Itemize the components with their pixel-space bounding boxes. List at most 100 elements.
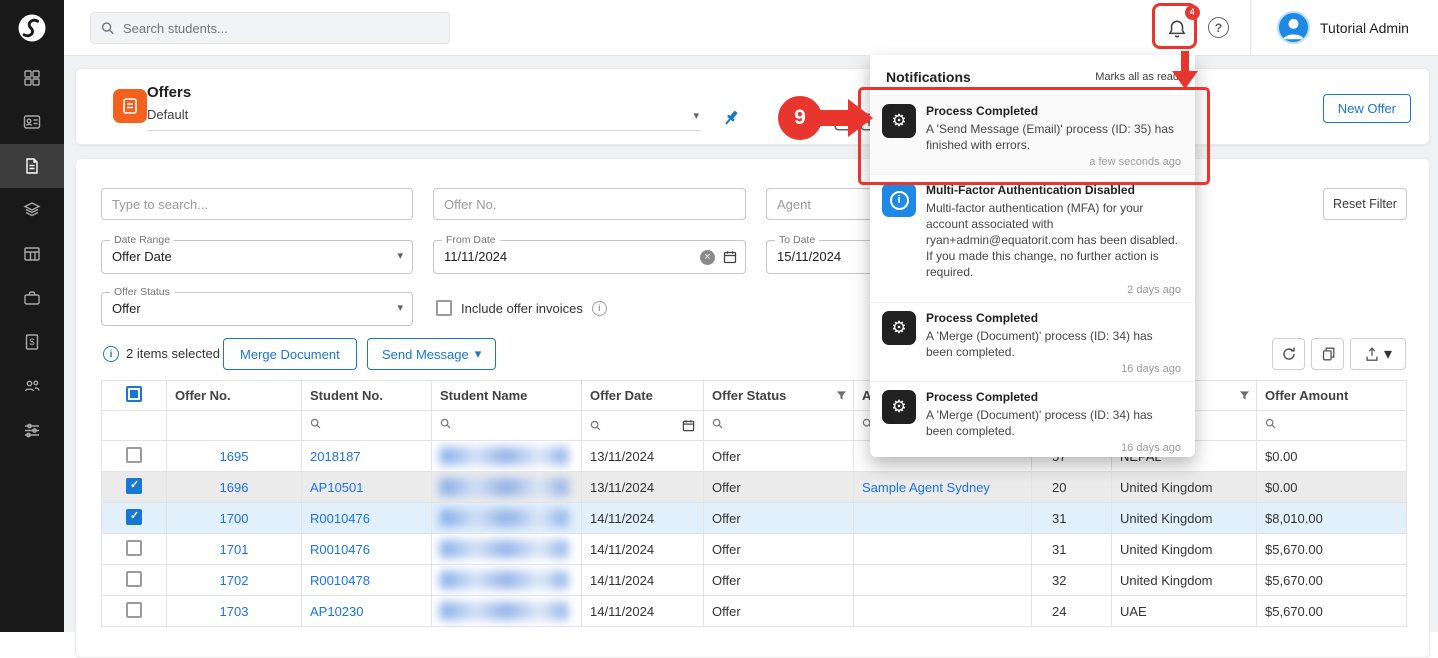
notification-badge: 4 (1184, 4, 1201, 21)
sidebar-item-invoices[interactable]: $ (0, 320, 64, 364)
sidebar-item-dashboard[interactable] (0, 56, 64, 100)
agent-link[interactable]: Sample Agent Sydney (862, 480, 990, 495)
global-search[interactable] (90, 12, 450, 44)
topbar-divider (1250, 0, 1251, 56)
offer-date-cell: 13/11/2024 (582, 472, 704, 503)
row-checkbox[interactable] (126, 540, 142, 556)
topbar: 4 Tutorial Admin (64, 0, 1438, 56)
table-row[interactable]: 1702 R0010478 14/11/2024 Offer 32 United… (102, 565, 1407, 596)
calendar-icon[interactable] (682, 419, 695, 432)
notification-time: a few seconds ago (926, 156, 1181, 168)
offer-no-link[interactable]: 1695 (220, 449, 249, 464)
new-offer-button[interactable]: New Offer (1323, 94, 1411, 123)
offer-no-link[interactable]: 1701 (220, 542, 249, 557)
table-row[interactable]: 1703 AP10230 14/11/2024 Offer 24 UAE $5,… (102, 596, 1407, 627)
table-row[interactable]: 1696 AP10501 13/11/2024 Offer Sample Age… (102, 472, 1407, 503)
pin-view-icon[interactable] (721, 108, 741, 128)
reset-filter-button[interactable]: Reset Filter (1323, 188, 1407, 220)
filter-icon[interactable] (1239, 390, 1250, 401)
col-header-offer-date[interactable]: Offer Date (590, 388, 653, 403)
help-button[interactable] (1208, 17, 1229, 38)
sidebar-item-agents[interactable] (0, 364, 64, 408)
student-no-link[interactable]: 2018187 (310, 449, 361, 464)
process-status-icon[interactable] (833, 112, 853, 132)
send-message-button[interactable]: Send Message (367, 338, 496, 370)
notification-item[interactable]: Process Completed A 'Send Message (Email… (870, 95, 1195, 174)
col-header-student-name[interactable]: Student Name (440, 388, 527, 403)
country-cell: United Kingdom (1112, 472, 1257, 503)
search-icon[interactable] (712, 418, 724, 430)
search-icon[interactable] (590, 420, 602, 432)
sidebar-item-offers[interactable] (0, 144, 64, 188)
sidebar-item-settings[interactable] (0, 408, 64, 452)
notifications-title: Notifications (886, 69, 971, 85)
table-row[interactable]: 1695 2018187 13/11/2024 Offer 57 NEPAL $… (102, 441, 1407, 472)
clear-date-icon[interactable] (700, 250, 715, 265)
select-all-checkbox[interactable] (126, 386, 142, 402)
refresh-icon (1281, 346, 1297, 362)
search-input[interactable] (123, 21, 439, 36)
calendar-icon[interactable] (723, 250, 737, 264)
search-icon[interactable] (1265, 418, 1277, 430)
offer-no-input[interactable] (433, 188, 746, 220)
user-name[interactable]: Tutorial Admin (1320, 0, 1409, 56)
col-header-offer-no[interactable]: Offer No. (175, 388, 231, 403)
export-button[interactable] (1350, 338, 1406, 370)
sidebar-item-reports[interactable] (0, 232, 64, 276)
chevron-down-icon (693, 109, 699, 122)
row-checkbox[interactable] (126, 509, 142, 525)
offer-no-link[interactable]: 1696 (220, 480, 249, 495)
sidebar-item-services[interactable] (0, 276, 64, 320)
num-cell: 24 (1032, 596, 1112, 627)
offer-status-select[interactable]: Offer Status Offer (101, 292, 413, 326)
view-selector[interactable]: Default (147, 107, 701, 131)
send-message-label: Send Message (382, 347, 469, 362)
student-no-link[interactable]: AP10230 (310, 604, 364, 619)
col-header-offer-status[interactable]: Offer Status (712, 388, 786, 403)
copy-button[interactable] (1311, 338, 1344, 370)
filter-icon[interactable] (836, 390, 847, 401)
num-cell: 31 (1032, 534, 1112, 565)
notification-item[interactable]: Process Completed A 'Merge (Document)' p… (870, 381, 1195, 457)
offer-status-cell: Offer (704, 596, 854, 627)
notification-item[interactable]: Process Completed A 'Merge (Document)' p… (870, 302, 1195, 381)
search-icon[interactable] (440, 418, 452, 430)
sidebar-item-courses[interactable] (0, 188, 64, 232)
offer-no-link[interactable]: 1700 (220, 511, 249, 526)
row-checkbox[interactable] (126, 478, 142, 494)
row-checkbox[interactable] (126, 602, 142, 618)
notification-time: 16 days ago (926, 363, 1181, 375)
process-icon (882, 311, 916, 345)
mark-all-read-link[interactable]: Marks all as read (1095, 71, 1179, 83)
student-no-link[interactable]: R0010476 (310, 511, 370, 526)
col-header-offer-amount[interactable]: Offer Amount (1265, 388, 1348, 403)
offer-no-link[interactable]: 1702 (220, 573, 249, 588)
user-avatar[interactable] (1277, 11, 1310, 44)
sidebar-item-students[interactable] (0, 100, 64, 144)
student-no-link[interactable]: AP10501 (310, 480, 364, 495)
search-icon[interactable] (310, 418, 322, 430)
merge-document-button[interactable]: Merge Document (223, 338, 357, 370)
table-row[interactable]: 1700 R0010476 14/11/2024 Offer 31 United… (102, 503, 1407, 534)
include-invoices-checkbox[interactable] (436, 300, 452, 316)
row-checkbox[interactable] (126, 447, 142, 463)
notification-item[interactable]: Multi-Factor Authentication Disabled Mul… (870, 174, 1195, 301)
country-cell: UAE (1112, 596, 1257, 627)
date-range-select[interactable]: Date Range Offer Date (101, 240, 413, 274)
grid-search-input[interactable] (101, 188, 413, 220)
col-header-student-no[interactable]: Student No. (310, 388, 383, 403)
refresh-button[interactable] (1272, 338, 1305, 370)
num-cell: 32 (1032, 565, 1112, 596)
from-date-field[interactable]: From Date 11/11/2024 (433, 240, 746, 274)
offer-no-link[interactable]: 1703 (220, 604, 249, 619)
offer-status-cell: Offer (704, 534, 854, 565)
student-no-link[interactable]: R0010476 (310, 542, 370, 557)
student-no-link[interactable]: R0010478 (310, 573, 370, 588)
reports-icon (22, 244, 42, 264)
dashboard-icon (22, 68, 42, 88)
row-checkbox[interactable] (126, 571, 142, 587)
offer-date-cell: 14/11/2024 (582, 596, 704, 627)
amount-cell: $5,670.00 (1257, 534, 1407, 565)
table-row[interactable]: 1701 R0010476 14/11/2024 Offer 31 United… (102, 534, 1407, 565)
amount-cell: $0.00 (1257, 472, 1407, 503)
